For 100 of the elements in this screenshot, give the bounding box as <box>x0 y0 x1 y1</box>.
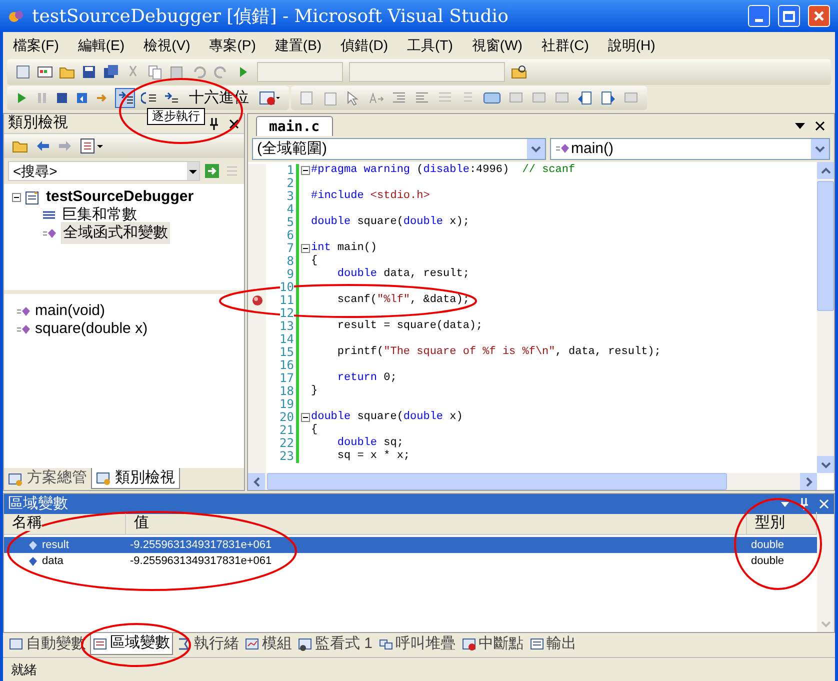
find-folder-icon[interactable] <box>511 64 527 80</box>
save-all-icon[interactable] <box>103 64 119 80</box>
table-row[interactable]: data -9.2559631349317831e+061 double <box>4 553 817 569</box>
pin-icon[interactable] <box>208 116 220 130</box>
pointer-icon[interactable] <box>345 90 361 106</box>
chart-window-icon <box>245 637 260 651</box>
line-number: 3 <box>286 190 294 203</box>
document-icon[interactable] <box>322 90 338 106</box>
scroll-right-icon <box>804 476 812 486</box>
restart-icon[interactable] <box>75 91 89 105</box>
tree-item[interactable]: 全域函式和變數 <box>61 222 170 244</box>
collapse-toggle[interactable] <box>300 166 310 175</box>
menu-item[interactable]: 視窗(W) <box>470 35 524 56</box>
previous-bookmark-icon[interactable] <box>577 90 593 106</box>
document-icon[interactable] <box>299 90 315 106</box>
close-icon[interactable] <box>814 120 826 132</box>
search-combobox[interactable]: <搜尋> <box>8 161 200 181</box>
table-row[interactable]: result -9.2559631349317831e+061 double <box>4 537 817 553</box>
menu-item[interactable]: 說明(H) <box>606 35 658 56</box>
list-settings-icon[interactable] <box>80 138 104 154</box>
menu-item[interactable]: 建置(B) <box>272 35 324 56</box>
breakpoint-icon[interactable] <box>252 295 262 306</box>
menu-item[interactable]: 編輯(E) <box>76 35 127 56</box>
code-line: { <box>311 424 318 437</box>
minimize-button[interactable] <box>748 5 770 27</box>
vertical-scrollbar[interactable] <box>817 514 834 632</box>
code-line: sq = x * x; <box>336 450 410 463</box>
editor-tab[interactable]: main.c <box>256 116 333 136</box>
menu-item[interactable]: 檢視(V) <box>142 35 192 56</box>
step-over-icon[interactable] <box>141 90 157 106</box>
close-icon[interactable] <box>228 118 240 130</box>
column-header[interactable]: 型別 <box>755 514 785 530</box>
copy-icon[interactable] <box>147 64 163 80</box>
code-line: } <box>311 385 318 398</box>
vertical-scrollbar[interactable] <box>817 162 834 473</box>
scope-dropdown[interactable]: (全域範圍) <box>252 138 546 160</box>
panel-title: 類別檢視 <box>8 113 68 134</box>
project-icon <box>25 190 40 204</box>
line-number: 6 <box>286 229 294 242</box>
collapse-toggle[interactable] <box>300 244 310 253</box>
panel-tab[interactable]: 監看式 1 <box>296 633 375 655</box>
menu-item[interactable]: 檔案(F) <box>11 35 61 56</box>
paste-icon[interactable] <box>169 64 185 80</box>
dropdown-arrow-icon[interactable] <box>780 499 790 509</box>
breakpoint-margin[interactable] <box>248 164 266 473</box>
undo-icon[interactable] <box>191 64 207 80</box>
menu-item[interactable]: 社群(C) <box>539 35 591 56</box>
panel-tab[interactable]: 模組 <box>243 633 294 655</box>
redo-icon[interactable] <box>213 64 229 80</box>
scroll-left-button[interactable] <box>248 473 265 490</box>
class-icon <box>96 471 111 485</box>
window-icon <box>8 472 23 486</box>
breakpoint-window-icon[interactable] <box>259 90 281 106</box>
menu-item[interactable]: 偵錯(D) <box>338 35 390 56</box>
panel-tab[interactable]: 中斷點 <box>460 633 526 655</box>
back-icon[interactable] <box>36 140 50 152</box>
code-line: result = square(data); <box>336 320 483 333</box>
font-size-icon[interactable] <box>368 90 384 106</box>
line-number: 11 <box>280 294 294 307</box>
panel-tab[interactable]: 方案總管 <box>4 468 91 489</box>
bookmark-icon[interactable] <box>483 91 501 105</box>
code-line: double sq; <box>336 437 404 450</box>
menu-item[interactable]: 專案(P) <box>207 35 258 56</box>
panel-tab[interactable]: 呼叫堆疊 <box>376 633 458 655</box>
window-title: testSourceDebugger [偵錯] - Microsoft Visual Studio <box>32 4 510 28</box>
new-project-icon[interactable] <box>15 64 31 80</box>
go-icon[interactable] <box>204 163 220 179</box>
line-number: 1 <box>286 164 294 177</box>
panel-tab[interactable]: 執行緒 <box>175 633 241 655</box>
line-number: 15 <box>280 346 294 359</box>
folder-icon[interactable] <box>12 139 28 153</box>
scroll-up-button[interactable] <box>817 162 834 179</box>
scrollbar-thumb[interactable] <box>817 181 834 311</box>
maximize-button[interactable] <box>778 5 800 27</box>
line-number: 4 <box>286 203 294 216</box>
panel-tab[interactable]: 類別檢視 <box>91 468 180 489</box>
line-number: 8 <box>286 255 294 268</box>
column-header[interactable]: 值 <box>134 514 149 530</box>
next-bookmark-icon[interactable] <box>600 90 616 106</box>
menu-item[interactable]: 工具(T) <box>405 35 455 56</box>
scrollbar-thumb[interactable] <box>267 473 727 490</box>
panel-tab[interactable]: 區域變數 <box>90 633 173 655</box>
code-line: double square(double x) <box>311 411 463 424</box>
add-item-icon[interactable] <box>37 64 53 80</box>
column-header[interactable]: 名稱 <box>12 514 42 530</box>
code-line: { <box>311 255 318 268</box>
save-icon[interactable] <box>81 64 97 80</box>
tooltip: 逐步執行 <box>147 108 205 125</box>
stop-icon[interactable] <box>55 91 69 105</box>
scroll-right-button[interactable] <box>800 473 817 490</box>
collapse-toggle[interactable] <box>12 192 21 202</box>
panel-tab[interactable]: 輸出 <box>528 633 579 655</box>
member-dropdown[interactable]: main() <box>550 138 830 160</box>
table-cell-text: double <box>750 538 786 553</box>
close-button[interactable] <box>808 5 830 27</box>
scroll-down-button[interactable] <box>817 456 834 473</box>
stack-icon <box>378 637 394 651</box>
horizontal-scrollbar[interactable] <box>248 473 817 490</box>
collapse-toggle[interactable] <box>300 413 310 422</box>
line-number: 22 <box>280 437 294 450</box>
